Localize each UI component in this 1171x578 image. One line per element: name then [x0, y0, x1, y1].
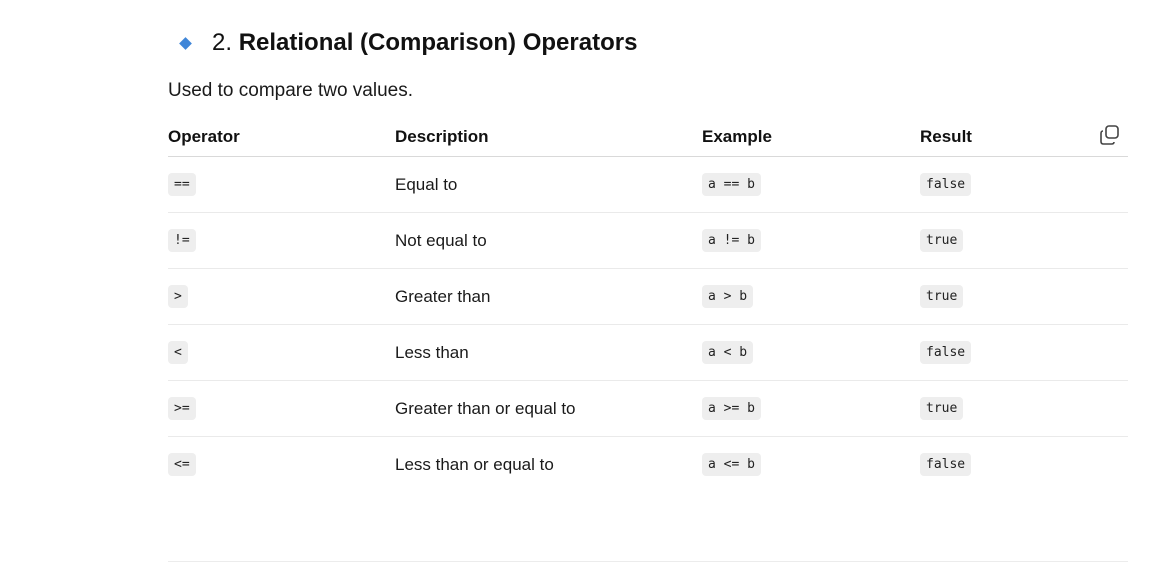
example-cell: a == b: [702, 156, 920, 213]
table-row: >= Greater than or equal to a >= b true: [168, 380, 1128, 437]
example-code: a > b: [702, 285, 754, 308]
example-cell: a < b: [702, 324, 920, 381]
result-cell: true: [920, 268, 1128, 325]
operator-cell: ==: [168, 156, 395, 213]
result-cell: false: [920, 324, 1128, 381]
operator-cell: <=: [168, 437, 395, 493]
table-row: < Less than a < b false: [168, 324, 1128, 381]
example-cell: a != b: [702, 212, 920, 269]
operator-code: <: [168, 341, 188, 364]
description-cell: Greater than or equal to: [395, 380, 702, 437]
table-header-row: Operator Description Example Result: [168, 118, 1128, 157]
description-cell: Greater than: [395, 268, 702, 325]
result-cell: true: [920, 212, 1128, 269]
example-code: a >= b: [702, 397, 761, 420]
example-cell: a >= b: [702, 380, 920, 437]
operator-cell: <: [168, 324, 395, 381]
result-code: true: [920, 229, 964, 252]
operator-code: <=: [168, 453, 196, 476]
table-row: <= Less than or equal to a <= b false: [168, 437, 1128, 493]
operators-table: Operator Description Example Result == E…: [168, 118, 1128, 492]
section-title-text: Relational (Comparison) Operators: [238, 29, 638, 56]
result-cell: false: [920, 156, 1128, 213]
description-cell: Not equal to: [395, 212, 702, 269]
description-cell: Equal to: [395, 156, 702, 213]
section-heading: 2. Relational (Comparison) Operators: [178, 28, 637, 58]
example-code: a == b: [702, 173, 761, 196]
diamond-bullet-icon: [179, 36, 192, 50]
header-description: Description: [395, 118, 702, 157]
example-cell: a <= b: [702, 437, 920, 493]
section-divider: [168, 561, 1128, 562]
header-result: Result: [920, 118, 1128, 157]
result-cell: false: [920, 437, 1128, 493]
table-row: > Greater than a > b true: [168, 268, 1128, 325]
description-cell: Less than: [395, 324, 702, 381]
example-code: a <= b: [702, 453, 761, 476]
operator-code: ==: [168, 173, 196, 196]
result-code: false: [920, 341, 972, 364]
table-row: == Equal to a == b false: [168, 156, 1128, 213]
result-code: false: [920, 173, 972, 196]
operator-cell: !=: [168, 212, 395, 269]
result-code: false: [920, 453, 972, 476]
example-code: a != b: [702, 229, 761, 252]
header-example: Example: [702, 118, 920, 157]
description-cell: Less than or equal to: [395, 454, 554, 474]
result-code: true: [920, 285, 964, 308]
operator-code: !=: [168, 229, 196, 252]
operator-code: >=: [168, 397, 196, 420]
table-row: != Not equal to a != b true: [168, 212, 1128, 269]
header-operator: Operator: [168, 118, 395, 157]
example-code: a < b: [702, 341, 754, 364]
operator-cell: >: [168, 268, 395, 325]
section-number: 2.: [212, 29, 233, 56]
result-cell: true: [920, 380, 1128, 437]
example-cell: a > b: [702, 268, 920, 325]
operator-code: >: [168, 285, 188, 308]
result-code: true: [920, 397, 964, 420]
section-intro: Used to compare two values.: [168, 80, 414, 101]
operator-cell: >=: [168, 380, 395, 437]
section-title: 2. Relational (Comparison) Operators: [212, 28, 637, 58]
